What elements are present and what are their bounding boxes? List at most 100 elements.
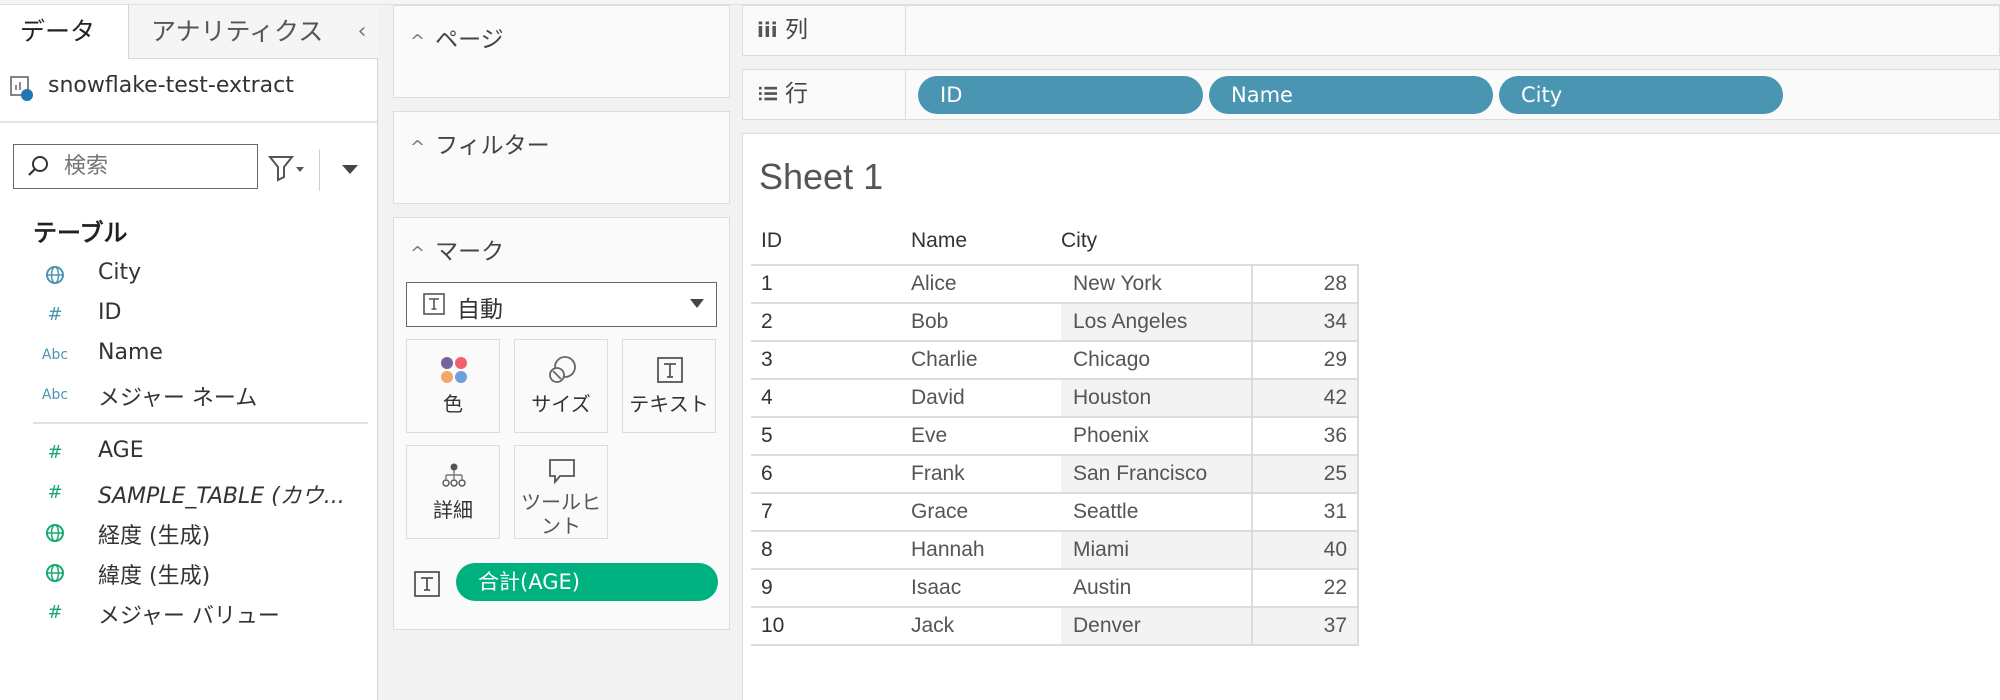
cell-city[interactable]: Seattle bbox=[1061, 494, 1251, 530]
size-button[interactable]: サイズ bbox=[514, 339, 608, 433]
tab-analytics[interactable]: アナリティクス bbox=[128, 5, 378, 59]
table-row[interactable]: 1 Alice New York 28 bbox=[751, 266, 1359, 304]
field-name-dim[interactable]: Abc Name bbox=[38, 337, 368, 373]
cell-sum-age[interactable]: 42 bbox=[1251, 380, 1359, 416]
header-name[interactable]: Name bbox=[911, 229, 967, 253]
cell-city[interactable]: Denver bbox=[1061, 608, 1251, 644]
cell-sum-age[interactable]: 34 bbox=[1251, 304, 1359, 340]
table-row[interactable]: 2 Bob Los Angeles 34 bbox=[751, 304, 1359, 342]
search-input[interactable] bbox=[64, 151, 249, 181]
field-sample-table-count[interactable]: # SAMPLE_TABLE (カウ... bbox=[38, 475, 368, 511]
pane-menu-button[interactable] bbox=[338, 157, 362, 181]
cell-name[interactable]: Alice bbox=[911, 266, 1061, 302]
cell-id[interactable]: 1 bbox=[761, 266, 773, 302]
cell-sum-age[interactable]: 37 bbox=[1251, 608, 1359, 644]
field-id[interactable]: # ID bbox=[38, 297, 368, 333]
pages-card-title[interactable]: ^ ページ bbox=[410, 20, 504, 54]
table-row[interactable]: 4 David Houston 42 bbox=[751, 380, 1359, 418]
cell-id[interactable]: 7 bbox=[761, 494, 773, 530]
globe-icon bbox=[46, 524, 64, 542]
filters-card[interactable]: ^ フィルター bbox=[393, 111, 730, 204]
table-row[interactable]: 7 Grace Seattle 31 bbox=[751, 494, 1359, 532]
field-age[interactable]: # AGE bbox=[38, 435, 368, 471]
cell-sum-age[interactable]: 40 bbox=[1251, 532, 1359, 568]
data-pane: データ アナリティクス ‹ snowflake-test-extract テーブ… bbox=[0, 5, 378, 700]
table-row[interactable]: 8 Hannah Miami 40 bbox=[751, 532, 1359, 570]
rows-shelf[interactable]: 行 ID Name City bbox=[742, 69, 2000, 120]
tab-data[interactable]: データ bbox=[0, 5, 128, 59]
table-row[interactable]: 3 Charlie Chicago 29 bbox=[751, 342, 1359, 380]
field-search[interactable] bbox=[13, 144, 258, 189]
cell-name[interactable]: Hannah bbox=[911, 532, 1061, 568]
table-row[interactable]: 10 Jack Denver 37 bbox=[751, 608, 1359, 646]
cell-city[interactable]: Houston bbox=[1061, 380, 1251, 416]
cell-sum-age[interactable]: 28 bbox=[1251, 266, 1359, 302]
hash-icon: # bbox=[47, 482, 63, 503]
toolbar-divider bbox=[319, 149, 320, 191]
cell-city[interactable]: Austin bbox=[1061, 570, 1251, 606]
cell-id[interactable]: 10 bbox=[761, 608, 784, 644]
field-longitude[interactable]: 経度 (生成) bbox=[38, 515, 368, 551]
label-button[interactable]: テキスト bbox=[622, 339, 716, 433]
mark-type-dropdown[interactable]: 自動 bbox=[406, 282, 717, 327]
detail-button[interactable]: 詳細 bbox=[406, 445, 500, 539]
cell-name[interactable]: Isaac bbox=[911, 570, 1061, 606]
cell-name[interactable]: Jack bbox=[911, 608, 1061, 644]
cell-sum-age[interactable]: 25 bbox=[1251, 456, 1359, 492]
cell-id[interactable]: 9 bbox=[761, 570, 773, 606]
cell-city[interactable]: New York bbox=[1061, 266, 1251, 302]
cell-name[interactable]: Eve bbox=[911, 418, 1061, 454]
header-city[interactable]: City bbox=[1061, 229, 1097, 253]
text-mark-icon[interactable] bbox=[414, 571, 440, 597]
cell-id[interactable]: 5 bbox=[761, 418, 773, 454]
tooltip-button[interactable]: ツールヒ ント bbox=[514, 445, 608, 539]
field-name: ID bbox=[98, 300, 122, 325]
field-measure-names[interactable]: Abc メジャー ネーム bbox=[38, 377, 368, 413]
field-latitude[interactable]: 緯度 (生成) bbox=[38, 555, 368, 591]
rows-pill-city[interactable]: City bbox=[1499, 76, 1783, 114]
cell-id[interactable]: 4 bbox=[761, 380, 773, 416]
field-name: 経度 (生成) bbox=[98, 524, 211, 549]
cell-sum-age[interactable]: 22 bbox=[1251, 570, 1359, 606]
sum-age-pill[interactable]: 合計(AGE) bbox=[456, 563, 718, 601]
color-button[interactable]: 色 bbox=[406, 339, 500, 433]
field-measure-values[interactable]: # メジャー バリュー bbox=[38, 595, 368, 631]
cell-id[interactable]: 3 bbox=[761, 342, 773, 378]
cell-sum-age[interactable]: 36 bbox=[1251, 418, 1359, 454]
table-row[interactable]: 6 Frank San Francisco 25 bbox=[751, 456, 1359, 494]
cell-name[interactable]: David bbox=[911, 380, 1061, 416]
cell-name[interactable]: Bob bbox=[911, 304, 1061, 340]
cell-city[interactable]: Miami bbox=[1061, 532, 1251, 568]
cell-city[interactable]: Chicago bbox=[1061, 342, 1251, 378]
cell-city[interactable]: San Francisco bbox=[1061, 456, 1251, 492]
datasource-item[interactable]: snowflake-test-extract bbox=[0, 59, 377, 123]
columns-shelf[interactable]: iii 列 bbox=[742, 5, 2000, 56]
label-label: テキスト bbox=[629, 392, 709, 416]
table-row[interactable]: 5 Eve Phoenix 36 bbox=[751, 418, 1359, 456]
cell-name[interactable]: Charlie bbox=[911, 342, 1061, 378]
cell-city[interactable]: Los Angeles bbox=[1061, 304, 1251, 340]
cell-name[interactable]: Frank bbox=[911, 456, 1061, 492]
pages-card[interactable]: ^ ページ bbox=[393, 5, 730, 98]
rows-pill-name[interactable]: Name bbox=[1209, 76, 1493, 114]
text-mark-icon bbox=[423, 293, 445, 315]
cell-id[interactable]: 8 bbox=[761, 532, 773, 568]
filters-card-title[interactable]: ^ フィルター bbox=[410, 126, 550, 160]
datasource-name: snowflake-test-extract bbox=[48, 73, 294, 98]
viz-canvas: Sheet 1 ID Name City 1 Alice New York 28 2 Bo… bbox=[742, 133, 2000, 700]
tab-analytics-label: アナリティクス bbox=[151, 17, 324, 46]
cell-sum-age[interactable]: 31 bbox=[1251, 494, 1359, 530]
cell-name[interactable]: Grace bbox=[911, 494, 1061, 530]
rows-pill-id[interactable]: ID bbox=[918, 76, 1203, 114]
cell-id[interactable]: 2 bbox=[761, 304, 773, 340]
header-id[interactable]: ID bbox=[761, 229, 782, 253]
cell-city[interactable]: Phoenix bbox=[1061, 418, 1251, 454]
marks-label: マーク bbox=[435, 239, 505, 265]
table-row[interactable]: 9 Isaac Austin 22 bbox=[751, 570, 1359, 608]
cell-sum-age[interactable]: 29 bbox=[1251, 342, 1359, 378]
marks-card-title[interactable]: ^ マーク bbox=[410, 232, 504, 266]
collapse-pane-button[interactable]: ‹ bbox=[350, 5, 374, 59]
filter-fields-button[interactable] bbox=[268, 153, 308, 183]
field-city[interactable]: City bbox=[38, 257, 368, 293]
cell-id[interactable]: 6 bbox=[761, 456, 773, 492]
